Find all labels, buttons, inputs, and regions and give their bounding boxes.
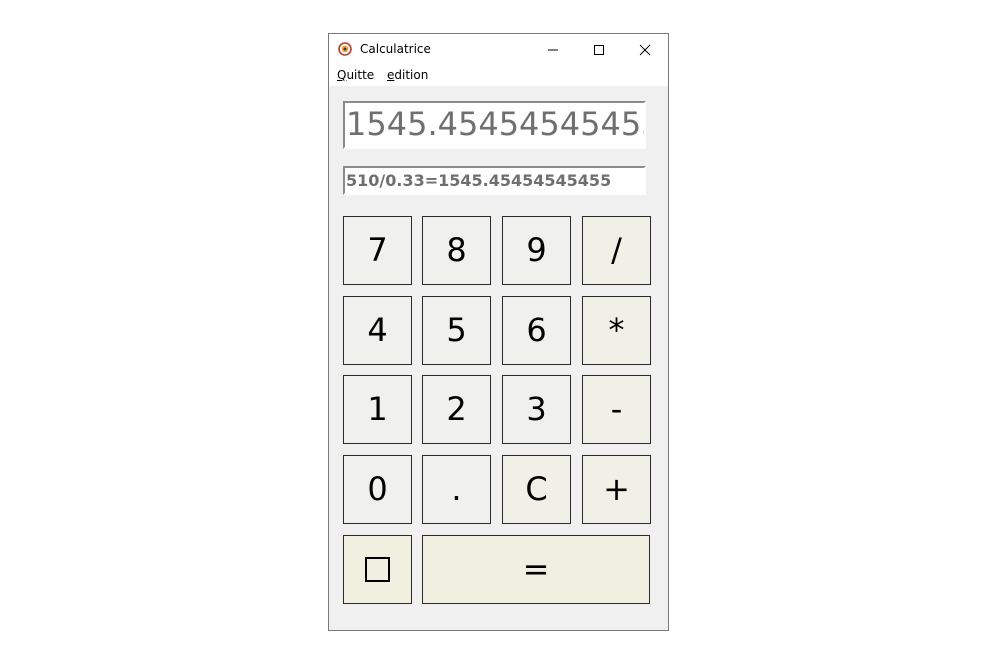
- window-title: Calculatrice: [360, 42, 431, 56]
- key-1[interactable]: 1: [343, 375, 412, 444]
- key-4[interactable]: 4: [343, 296, 412, 365]
- close-button[interactable]: [622, 34, 668, 65]
- key-7[interactable]: 7: [343, 216, 412, 285]
- key-square[interactable]: [343, 535, 412, 604]
- expression-history[interactable]: 510/0.33=1545.45454545455: [343, 166, 646, 195]
- menu-edition[interactable]: edition: [387, 68, 428, 82]
- maximize-icon: [594, 45, 604, 55]
- key-clear[interactable]: C: [502, 455, 571, 524]
- calculator-window: Calculatrice Quitte edition 1545.4545454…: [328, 33, 669, 631]
- key-8[interactable]: 8: [422, 216, 491, 285]
- menu-edition-label: dition: [394, 68, 429, 82]
- key-2[interactable]: 2: [422, 375, 491, 444]
- key-divide[interactable]: /: [582, 216, 651, 285]
- key-add[interactable]: +: [582, 455, 651, 524]
- key-subtract[interactable]: -: [582, 375, 651, 444]
- minimize-icon: [548, 49, 558, 51]
- calculator-app-icon: [338, 42, 352, 56]
- minimize-button[interactable]: [530, 34, 576, 65]
- key-equals[interactable]: =: [422, 535, 650, 604]
- key-decimal[interactable]: .: [422, 455, 491, 524]
- key-0[interactable]: 0: [343, 455, 412, 524]
- result-display[interactable]: 1545.45454545455: [343, 101, 646, 149]
- key-6[interactable]: 6: [502, 296, 571, 365]
- maximize-button[interactable]: [576, 34, 622, 65]
- title-bar[interactable]: Calculatrice: [329, 34, 668, 65]
- key-3[interactable]: 3: [502, 375, 571, 444]
- menu-bar: Quitte edition: [329, 65, 668, 86]
- menu-quitte-label: uitte: [346, 68, 375, 82]
- menu-quitte[interactable]: Quitte: [337, 68, 374, 82]
- key-multiply[interactable]: *: [582, 296, 651, 365]
- square-icon: [365, 556, 390, 582]
- close-icon: [639, 44, 651, 56]
- key-9[interactable]: 9: [502, 216, 571, 285]
- key-5[interactable]: 5: [422, 296, 491, 365]
